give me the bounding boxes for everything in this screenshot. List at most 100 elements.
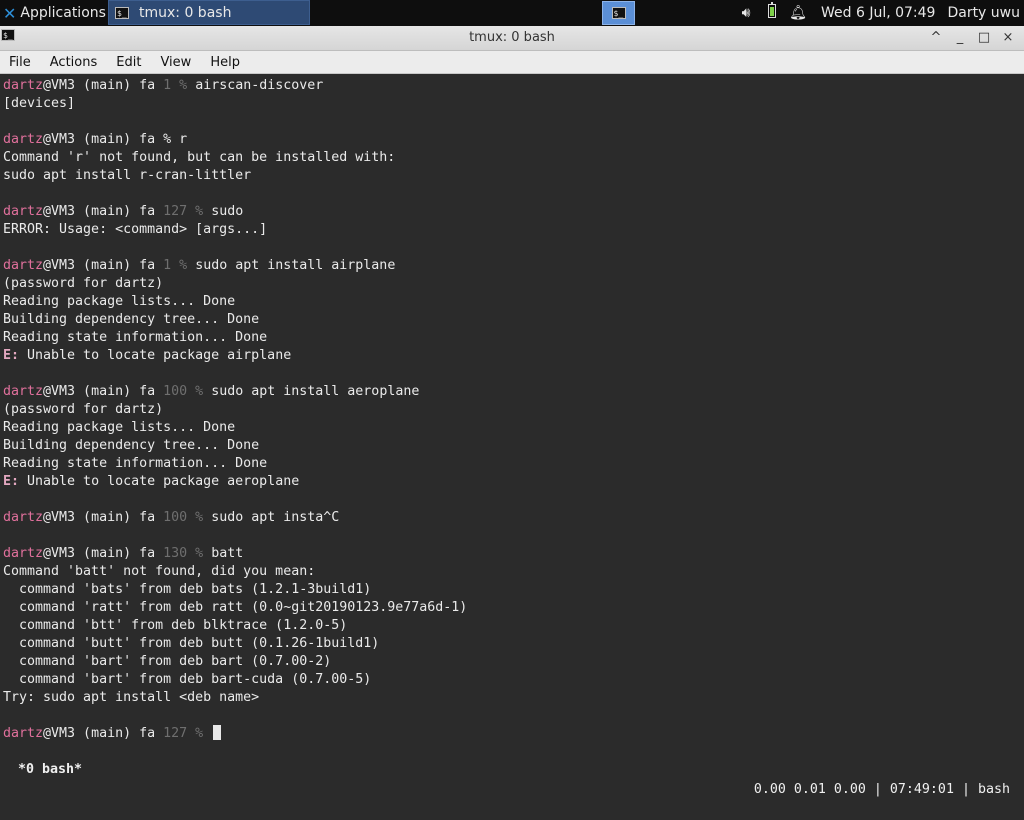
taskbar-button-terminal[interactable]: $_ tmux: 0 bash: [108, 0, 310, 25]
prompt-host: @VM3 (main) fa: [43, 384, 156, 399]
user-menu[interactable]: Darty uwu: [947, 5, 1024, 21]
prompt-host: @VM3 (main) fa: [43, 510, 156, 525]
command-text: airscan-discover: [195, 78, 324, 93]
output-line: command 'butt' from deb butt (0.1.26-1bu…: [3, 636, 380, 651]
exit-code: 1: [163, 78, 172, 93]
menu-edit[interactable]: Edit: [107, 55, 151, 70]
workspace-switcher[interactable]: $_: [602, 1, 635, 25]
output-line: Reading state information... Done: [3, 456, 268, 471]
error-line: E: Unable to locate package airplane: [3, 347, 467, 365]
output-line: (password for dartz): [3, 276, 164, 291]
error-text: Unable to locate package aeroplane: [19, 474, 300, 489]
shade-button[interactable]: ^: [924, 28, 948, 48]
prompt-user: dartz: [3, 546, 44, 561]
output-line: command 'ratt' from deb ratt (0.0~git201…: [3, 600, 468, 615]
applications-menu[interactable]: ✕ Applications: [0, 0, 106, 26]
output-line: Building dependency tree... Done: [3, 438, 260, 453]
prompt-user: dartz: [3, 78, 44, 93]
command-text: sudo apt insta^C: [211, 510, 340, 525]
output-line: Try: sudo apt install <deb name>: [3, 690, 260, 705]
prompt-host: @VM3 (main) fa: [43, 78, 156, 93]
taskbar-button-label: tmux: 0 bash: [139, 4, 232, 21]
error-prefix: E:: [3, 474, 20, 489]
exit-code: 1: [163, 258, 172, 273]
command-text: sudo apt install aeroplane: [211, 384, 420, 399]
error-prefix: E:: [3, 348, 20, 363]
output-line: [devices]: [3, 96, 76, 111]
terminal-area[interactable]: dartz@VM3 (main) fa 1 % airscan-discover…: [0, 74, 1024, 797]
menu-help[interactable]: Help: [201, 55, 250, 70]
top-panel: ✕ Applications $_ tmux: 0 bash $_ 🔊︎ 🔔︎ …: [0, 0, 1024, 26]
output-line: Reading package lists... Done: [3, 294, 236, 309]
exit-code: 100: [163, 384, 188, 399]
menu-file[interactable]: File: [0, 55, 41, 70]
minimize-button[interactable]: _: [948, 28, 972, 48]
exit-code: 127: [163, 726, 188, 741]
applications-label: Applications: [20, 5, 106, 21]
exit-code: 127: [163, 204, 188, 219]
error-text: Unable to locate package airplane: [19, 348, 292, 363]
terminal-output: dartz@VM3 (main) fa 1 % airscan-discover…: [3, 77, 467, 743]
close-button[interactable]: ×: [996, 28, 1020, 48]
tmux-status-bar: *0 bash* 0.00 0.01 0.00 | 07:49:01 | bas…: [0, 740, 1024, 797]
terminal-cursor: [213, 725, 222, 740]
prompt-host: @VM3 (main) fa: [43, 726, 156, 741]
notification-bell-icon[interactable]: 🔔︎: [785, 5, 811, 21]
exit-code: 130: [163, 546, 188, 561]
output-line: ERROR: Usage: <command> [args...]: [3, 222, 268, 237]
output-line: Reading state information... Done: [3, 330, 268, 345]
command-text: sudo apt install airplane: [195, 258, 396, 273]
command-text: r: [179, 132, 188, 147]
exit-code: 100: [163, 510, 188, 525]
prompt-user: dartz: [3, 384, 44, 399]
prompt-user: dartz: [3, 132, 44, 147]
window-title: tmux: 0 bash: [469, 30, 555, 45]
tmux-window-tab[interactable]: *0 bash*: [10, 760, 82, 780]
output-line: Building dependency tree... Done: [3, 312, 260, 327]
clock[interactable]: Wed 6 Jul, 07:49: [821, 5, 935, 21]
prompt-host: @VM3 (main) fa: [43, 546, 156, 561]
prompt-line: dartz@VM3 (main) fa 100 % sudo apt insta…: [3, 384, 420, 399]
system-tray: 🔊︎ 🔔︎ Wed 6 Jul, 07:49 Darty uwu: [733, 0, 1024, 26]
menu-view[interactable]: View: [151, 55, 201, 70]
command-text: sudo: [211, 204, 244, 219]
prompt-line: dartz@VM3 (main) fa 1 % airscan-discover: [3, 78, 324, 93]
output-line: command 'btt' from deb blktrace (1.2.0-5…: [3, 618, 348, 633]
output-line: command 'bart' from deb bart (0.7.00-2): [3, 654, 332, 669]
prompt-host: @VM3 (main) fa: [43, 204, 156, 219]
prompt-line: dartz@VM3 (main) fa 100 % sudo apt insta…: [3, 510, 340, 525]
terminal-icon: $_: [611, 7, 626, 19]
output-line: Reading package lists... Done: [3, 420, 236, 435]
output-line: (password for dartz): [3, 402, 164, 417]
output-line: command 'bart' from deb bart-cuda (0.7.0…: [3, 672, 372, 687]
prompt-user: dartz: [3, 726, 44, 741]
tmux-status-right: 0.00 0.01 0.00 | 07:49:01 | bash: [753, 782, 1010, 797]
volume-icon[interactable]: 🔊︎: [733, 5, 759, 21]
battery-icon[interactable]: [759, 2, 785, 22]
xfce-logo-icon: ✕: [3, 3, 17, 23]
prompt-line: dartz@VM3 (main) fa 1 % sudo apt install…: [3, 258, 396, 273]
prompt-host: @VM3 (main) fa: [43, 132, 156, 147]
command-text: batt: [211, 546, 244, 561]
menu-bar: File Actions Edit View Help: [0, 51, 1024, 74]
error-line: E: Unable to locate package aeroplane: [3, 473, 467, 491]
window-titlebar[interactable]: $_ tmux: 0 bash ^ _ □ ×: [0, 26, 1024, 51]
maximize-button[interactable]: □: [972, 28, 996, 48]
prompt-host: @VM3 (main) fa: [43, 258, 156, 273]
menu-actions[interactable]: Actions: [41, 55, 108, 70]
terminal-icon: $_: [115, 6, 129, 19]
output-line: Command 'r' not found, but can be instal…: [3, 150, 396, 165]
prompt-user: dartz: [3, 204, 44, 219]
prompt-user: dartz: [3, 258, 44, 273]
output-line: Command 'batt' not found, did you mean:: [3, 564, 316, 579]
prompt-line: dartz@VM3 (main) fa % r: [3, 132, 188, 147]
prompt-line: dartz@VM3 (main) fa 130 % batt: [3, 546, 244, 561]
output-line: command 'bats' from deb bats (1.2.1-3bui…: [3, 582, 372, 597]
